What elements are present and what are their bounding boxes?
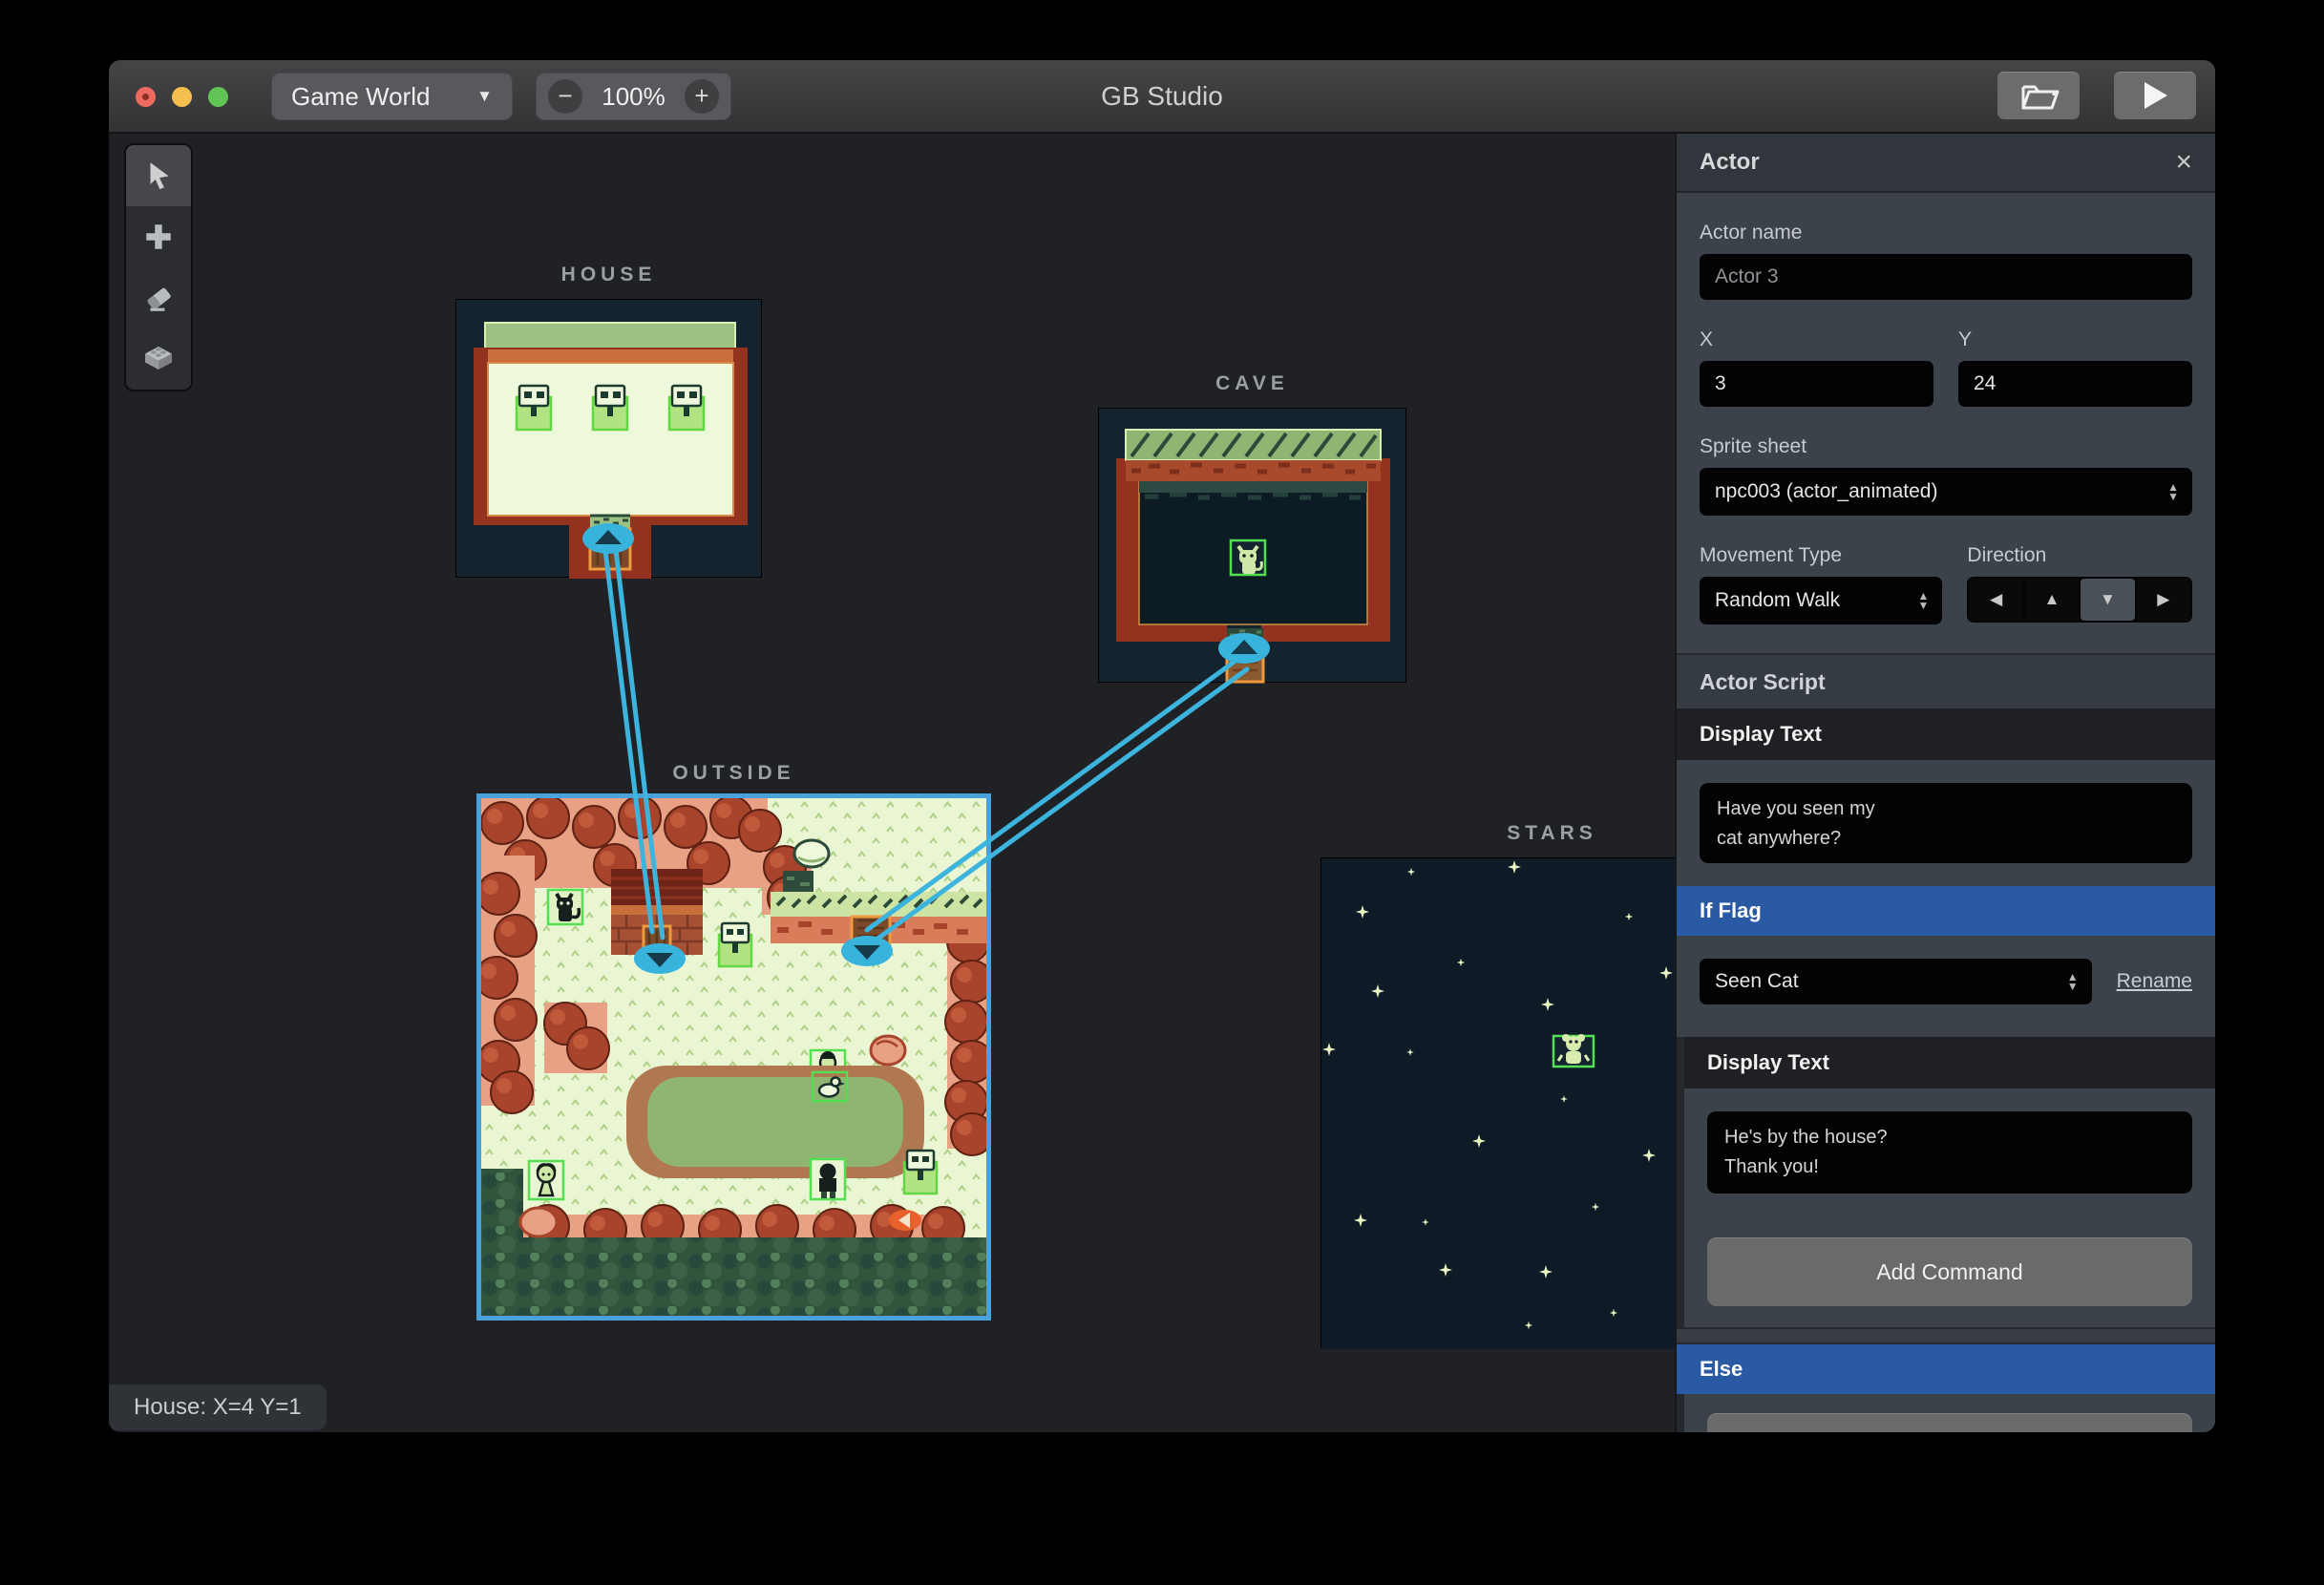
titlebar: Game World ▼ − 100% + GB Studio bbox=[109, 60, 2215, 134]
select-spinner-icon: ▲ ▼ bbox=[2167, 480, 2179, 503]
app-window: Game World ▼ − 100% + GB Studio HOUSE CA… bbox=[109, 60, 2215, 1432]
panel-title: Actor bbox=[1700, 149, 1760, 175]
direction-up-button[interactable]: ▲ bbox=[2024, 579, 2080, 621]
eraser-icon bbox=[147, 287, 171, 311]
if-flag-controls: Seen Cat ▲ ▼ Rename bbox=[1677, 936, 2215, 1037]
outside-girl-actor[interactable] bbox=[527, 1159, 565, 1201]
cursor-icon bbox=[150, 162, 169, 190]
direction-left-button[interactable]: ◀ bbox=[1969, 579, 2023, 621]
select-spinner-icon: ▲ ▼ bbox=[1917, 589, 1930, 612]
if-flag-false-branch bbox=[1677, 1394, 2215, 1432]
folder-icon bbox=[2021, 85, 2060, 110]
direction-label: Direction bbox=[1967, 544, 2047, 566]
actor-script-header: Actor Script bbox=[1677, 653, 2215, 708]
tool-palette bbox=[124, 143, 193, 391]
direction-right-button[interactable]: ▶ bbox=[2136, 579, 2190, 621]
add-command-button-clipped[interactable] bbox=[1707, 1413, 2192, 1432]
event-if-flag-header[interactable]: If Flag bbox=[1677, 886, 2215, 936]
else-command-area bbox=[1684, 1394, 2215, 1432]
flag-value: Seen Cat bbox=[1715, 970, 1799, 992]
scene-stars-title: STARS bbox=[1507, 822, 1597, 844]
y-label: Y bbox=[1958, 328, 1973, 350]
sprite-sheet-label: Sprite sheet bbox=[1700, 435, 1807, 457]
scene-cave-title: CAVE bbox=[1215, 372, 1289, 394]
panel-header: Actor × bbox=[1677, 134, 2215, 193]
direction-down-button[interactable]: ▼ bbox=[2081, 579, 2135, 621]
movement-type-value: Random Walk bbox=[1715, 589, 1841, 611]
x-label: X bbox=[1700, 328, 1714, 350]
outside-person-actor[interactable] bbox=[809, 1157, 847, 1201]
x-input[interactable] bbox=[1700, 361, 1933, 407]
world-canvas[interactable]: HOUSE CAVE OUTSIDE STARS House: X=4 Y=1 bbox=[109, 134, 1675, 1432]
movement-type-label: Movement Type bbox=[1700, 544, 1843, 566]
event-display-text-2-header[interactable]: Display Text bbox=[1684, 1037, 2215, 1088]
direction-button-group: ◀ ▲ ▼ ▶ bbox=[1967, 577, 2192, 623]
stars-bear-actor[interactable] bbox=[1552, 1034, 1595, 1068]
scene-cave[interactable]: CAVE bbox=[1098, 372, 1406, 684]
open-project-button[interactable] bbox=[1997, 72, 2080, 119]
eraser-tool-button[interactable] bbox=[126, 267, 191, 328]
if-flag-true-branch: Display Text He's by the house? Thank yo… bbox=[1677, 1037, 2215, 1327]
player-start-marker[interactable] bbox=[889, 1210, 921, 1231]
section-divider bbox=[1677, 1327, 2215, 1344]
add-tool-button[interactable] bbox=[126, 206, 191, 267]
scene-house[interactable]: HOUSE bbox=[455, 264, 762, 579]
actor-form: Actor name X Y Sprite sheet npc003 (acto… bbox=[1677, 222, 2215, 653]
plus-icon bbox=[146, 224, 171, 249]
collisions-tool-button[interactable] bbox=[126, 328, 191, 390]
outside-cat-actor[interactable] bbox=[546, 888, 584, 926]
event-display-text-1-body: Have you seen my cat anywhere? bbox=[1677, 760, 2215, 886]
movement-type-select[interactable]: Random Walk ▲ ▼ bbox=[1700, 577, 1943, 624]
brick-icon bbox=[145, 347, 172, 370]
sprite-sheet-select[interactable]: npc003 (actor_animated) ▲ ▼ bbox=[1700, 468, 2192, 516]
outside-sign-1[interactable] bbox=[717, 921, 753, 968]
event-else-header[interactable]: Else bbox=[1677, 1344, 2215, 1394]
run-game-button[interactable] bbox=[2114, 72, 2196, 119]
add-command-area: Add Command bbox=[1684, 1216, 2215, 1327]
scene-stars[interactable]: STARS bbox=[1320, 822, 1675, 1349]
select-spinner-icon: ▲ ▼ bbox=[2066, 970, 2079, 993]
y-input[interactable] bbox=[1958, 361, 2192, 407]
app-title: GB Studio bbox=[1101, 80, 1223, 111]
display-text-2-input[interactable]: He's by the house? Thank you! bbox=[1707, 1111, 2192, 1194]
outside-sign-2[interactable] bbox=[902, 1149, 939, 1195]
event-display-text-1-header[interactable]: Display Text bbox=[1677, 708, 2215, 760]
hover-status: House: X=4 Y=1 bbox=[109, 1384, 327, 1430]
flag-select[interactable]: Seen Cat ▲ ▼ bbox=[1700, 959, 2092, 1004]
scene-outside-title: OUTSIDE bbox=[672, 762, 795, 784]
display-text-1-input[interactable]: Have you seen my cat anywhere? bbox=[1700, 783, 2192, 863]
event-display-text-2-body: He's by the house? Thank you! bbox=[1684, 1088, 2215, 1216]
play-icon bbox=[2144, 82, 2167, 109]
actor-name-input[interactable] bbox=[1700, 254, 2192, 300]
scene-house-title: HOUSE bbox=[560, 264, 657, 285]
select-tool-button[interactable] bbox=[126, 145, 191, 206]
add-command-button[interactable]: Add Command bbox=[1707, 1237, 2192, 1306]
close-icon[interactable]: × bbox=[2175, 148, 2192, 177]
actor-editor-panel: Actor × Actor name X Y Sprite sheet npc0… bbox=[1675, 134, 2215, 1432]
rename-flag-link[interactable]: Rename bbox=[2117, 970, 2192, 993]
sprite-sheet-value: npc003 (actor_animated) bbox=[1715, 480, 1938, 502]
actor-name-label: Actor name bbox=[1700, 222, 1803, 243]
scene-outside[interactable]: OUTSIDE bbox=[476, 762, 991, 1321]
cave-cat-actor[interactable] bbox=[1229, 539, 1267, 577]
